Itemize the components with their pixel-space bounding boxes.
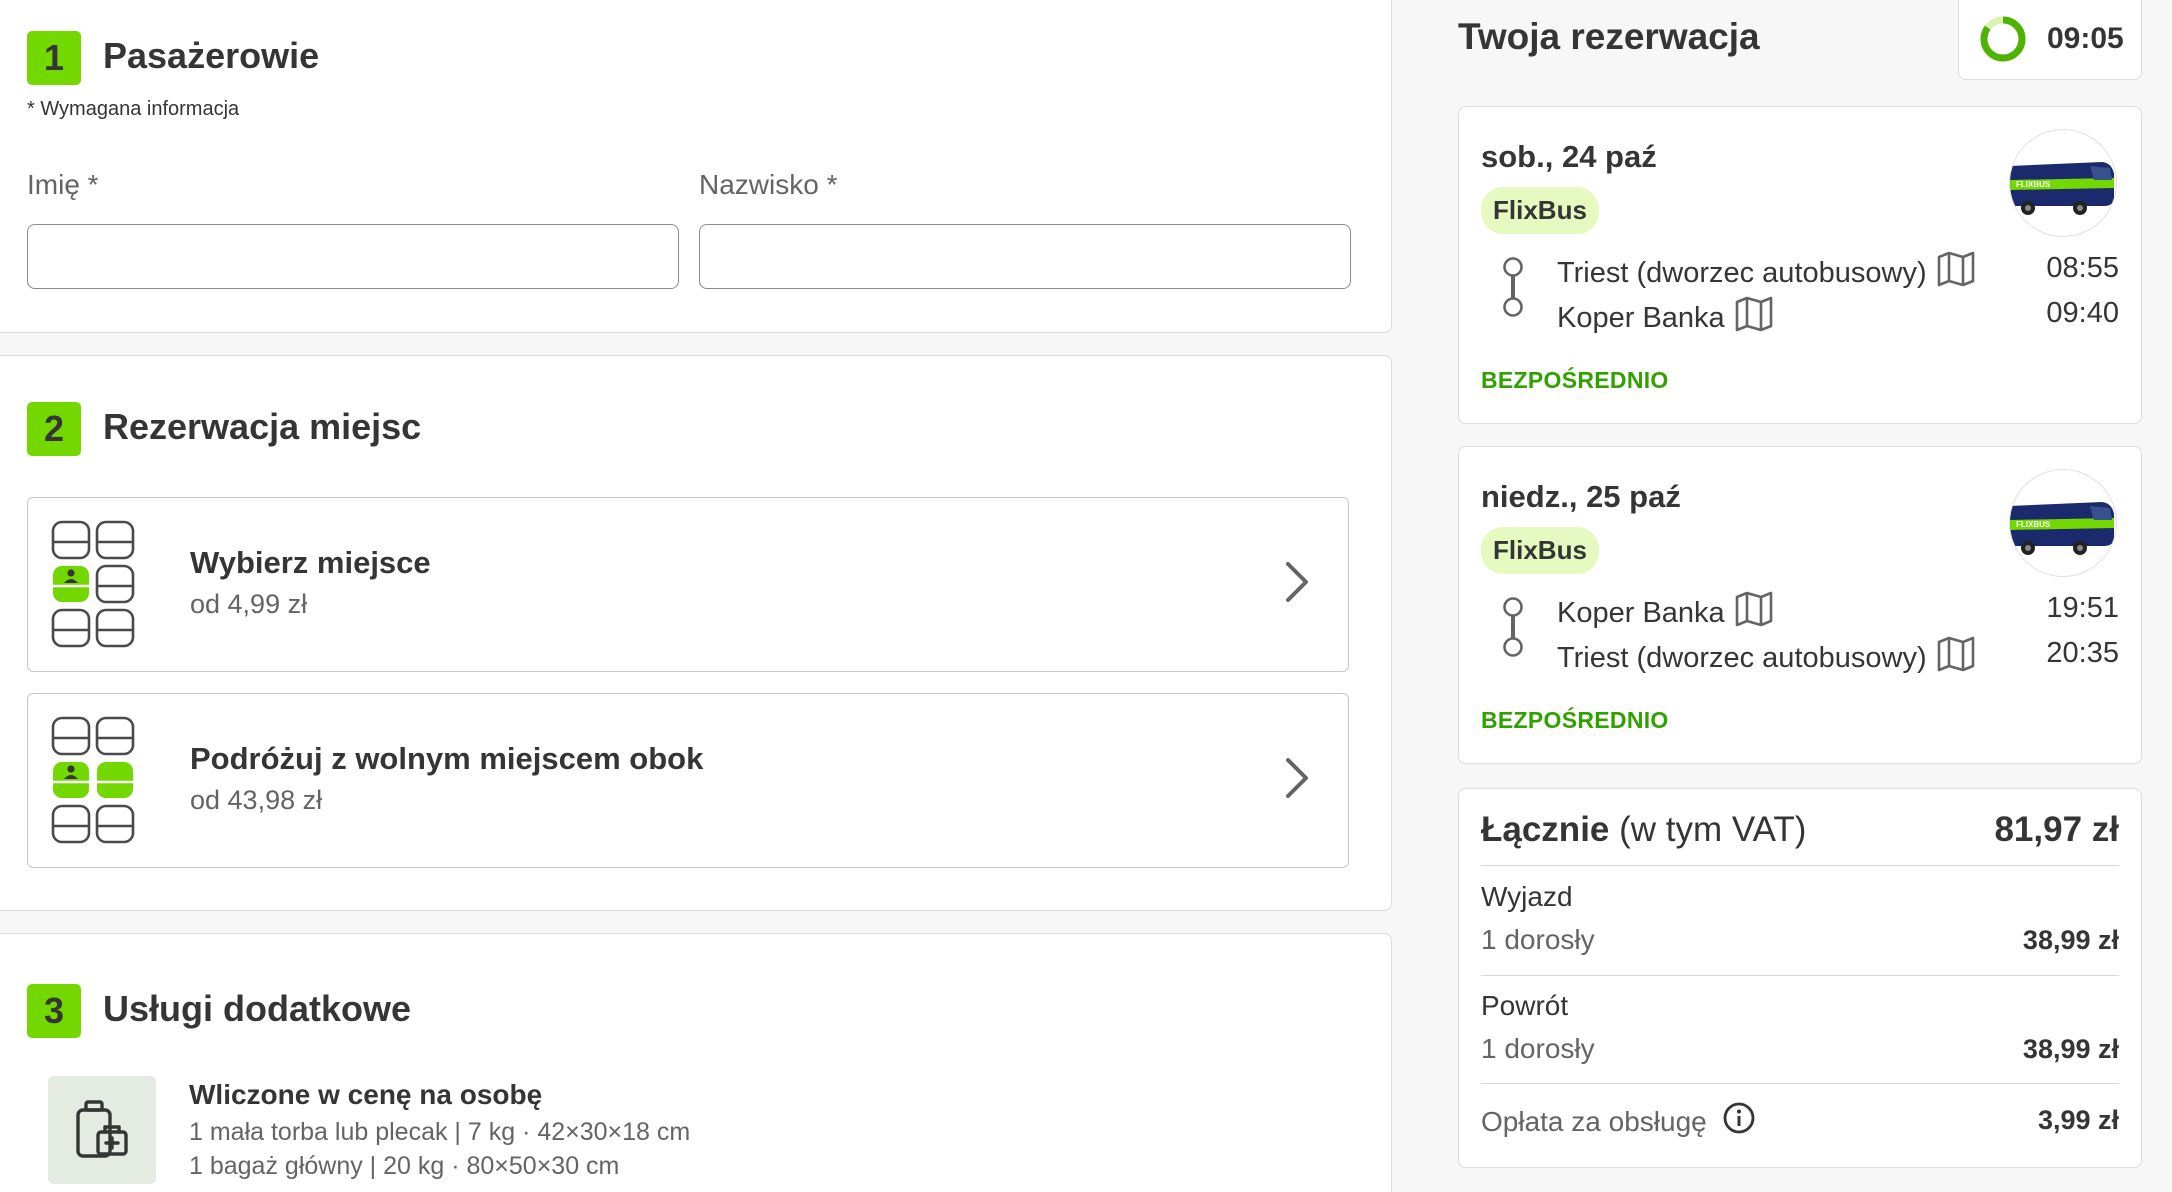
total-label: Łącznie (w tym VAT) (1481, 810, 1806, 850)
first-name-label: Imię * (27, 169, 99, 200)
stop-departure: Koper Banka (1557, 591, 1773, 635)
bus-logo-text: FLIXBUS (2016, 520, 2051, 529)
direct-label: BEZPOŚREDNIO (1481, 367, 1669, 393)
extras-section: 3 Usługi dodatkowe Wliczone w cenę na os… (0, 933, 1392, 1192)
luggage-icon (48, 1076, 156, 1184)
stop-departure: Triest (dworzec autobusowy) (1557, 251, 1975, 295)
stop-name: Koper Banka (1557, 301, 1725, 334)
timer-text: 09:05 (2047, 22, 2124, 55)
double-seat-icon (51, 716, 135, 851)
outbound-label: Wyjazd (1481, 881, 1573, 912)
map-icon[interactable] (1735, 296, 1773, 340)
last-name-label: Nazwisko * (699, 169, 838, 200)
last-name-field[interactable] (699, 224, 1351, 289)
service-fee-row: Opłata za obsługę (1481, 1102, 1755, 1141)
stop-name: Triest (dworzec autobusowy) (1557, 641, 1927, 674)
trip-card-return: niedz., 25 paź FlixBus FLIXBUS Koper Ban… (1458, 446, 2142, 764)
step-badge-2: 2 (27, 402, 81, 456)
service-fee-label: Opłata za obsługę (1481, 1105, 1707, 1137)
info-icon[interactable] (1723, 1102, 1755, 1141)
outbound-amount: 38,99 zł (2022, 925, 2119, 955)
total-card: Łącznie (w tym VAT) 81,97 zł Wyjazd 1 do… (1458, 788, 2142, 1168)
passengers-section: 1 Pasażerowie * Wymagana informacja Imię… (0, 0, 1392, 333)
stop-time: 09:40 (2046, 297, 2119, 329)
operator-badge: FlixBus (1481, 527, 1599, 574)
service-fee-amount: 3,99 zł (2037, 1105, 2119, 1135)
chevron-right-icon (1284, 560, 1310, 609)
trip-card-outbound: sob., 24 paź FlixBus FLIXBUS Triest (dwo… (1458, 106, 2142, 424)
map-icon[interactable] (1735, 591, 1773, 635)
route-line-icon (1501, 257, 1525, 322)
vat-note: (w tym VAT) (1619, 810, 1807, 849)
seat-icon (51, 520, 135, 655)
included-title: Wliczone w cenę na osobę (189, 1079, 543, 1110)
total-title: Łącznie (1481, 810, 1610, 849)
total-amount: 81,97 zł (1994, 810, 2119, 849)
included-item: 1 mała torba lub plecak | 7 kg · 42×30×1… (189, 1118, 691, 1146)
direct-label: BEZPOŚREDNIO (1481, 707, 1669, 733)
seat-reservation-section: 2 Rezerwacja miejsc Wybierz miejsce od 4… (0, 355, 1392, 911)
stop-time: 20:35 (2046, 637, 2119, 669)
return-label: Powrót (1481, 990, 1569, 1021)
choose-seat-price: od 4,99 zł (190, 589, 308, 619)
first-name-field[interactable] (27, 224, 679, 289)
trip-date: sob., 24 paź (1481, 139, 1657, 174)
included-item: 1 bagaż główny | 20 kg · 80×50×30 cm (189, 1152, 620, 1180)
empty-seat-title: Podróżuj z wolnym miejscem obok (190, 741, 704, 776)
divider (1481, 975, 2119, 977)
map-icon[interactable] (1937, 636, 1975, 680)
stop-arrival: Triest (dworzec autobusowy) (1557, 636, 1975, 680)
bus-icon: FLIXBUS (2009, 129, 2117, 237)
bus-logo-text: FLIXBUS (2016, 180, 2051, 189)
route-line-icon (1501, 597, 1525, 662)
step-badge-1: 1 (27, 31, 81, 85)
required-note: * Wymagana informacja (27, 98, 240, 120)
operator-badge: FlixBus (1481, 187, 1599, 234)
chevron-right-icon (1284, 756, 1310, 805)
timer-box: 09:05 (1958, 0, 2142, 80)
passengers-title: Pasażerowie (103, 35, 320, 76)
step-badge-3: 3 (27, 984, 81, 1038)
timer-ring-icon (1979, 15, 2027, 68)
empty-seat-price: od 43,98 zł (190, 785, 323, 815)
stop-time: 08:55 (2046, 252, 2119, 284)
divider (1481, 865, 2119, 867)
return-passenger: 1 dorosły (1481, 1033, 1595, 1064)
divider (1481, 1083, 2119, 1085)
stop-name: Triest (dworzec autobusowy) (1557, 256, 1927, 289)
map-icon[interactable] (1937, 251, 1975, 295)
choose-seat-title: Wybierz miejsce (190, 545, 431, 580)
trip-date: niedz., 25 paź (1481, 479, 1681, 514)
reservation-title: Twoja rezerwacja (1458, 16, 1760, 57)
return-amount: 38,99 zł (2022, 1034, 2119, 1064)
stop-time: 19:51 (2046, 592, 2119, 624)
stop-arrival: Koper Banka (1557, 296, 1773, 340)
seat-reservation-title: Rezerwacja miejsc (103, 406, 422, 447)
stop-name: Koper Banka (1557, 596, 1725, 629)
empty-seat-next-option[interactable]: Podróżuj z wolnym miejscem obok od 43,98… (27, 693, 1349, 868)
extras-title: Usługi dodatkowe (103, 988, 412, 1029)
outbound-passenger: 1 dorosły (1481, 924, 1595, 955)
choose-seat-option[interactable]: Wybierz miejsce od 4,99 zł (27, 497, 1349, 672)
bus-icon: FLIXBUS (2009, 469, 2117, 577)
